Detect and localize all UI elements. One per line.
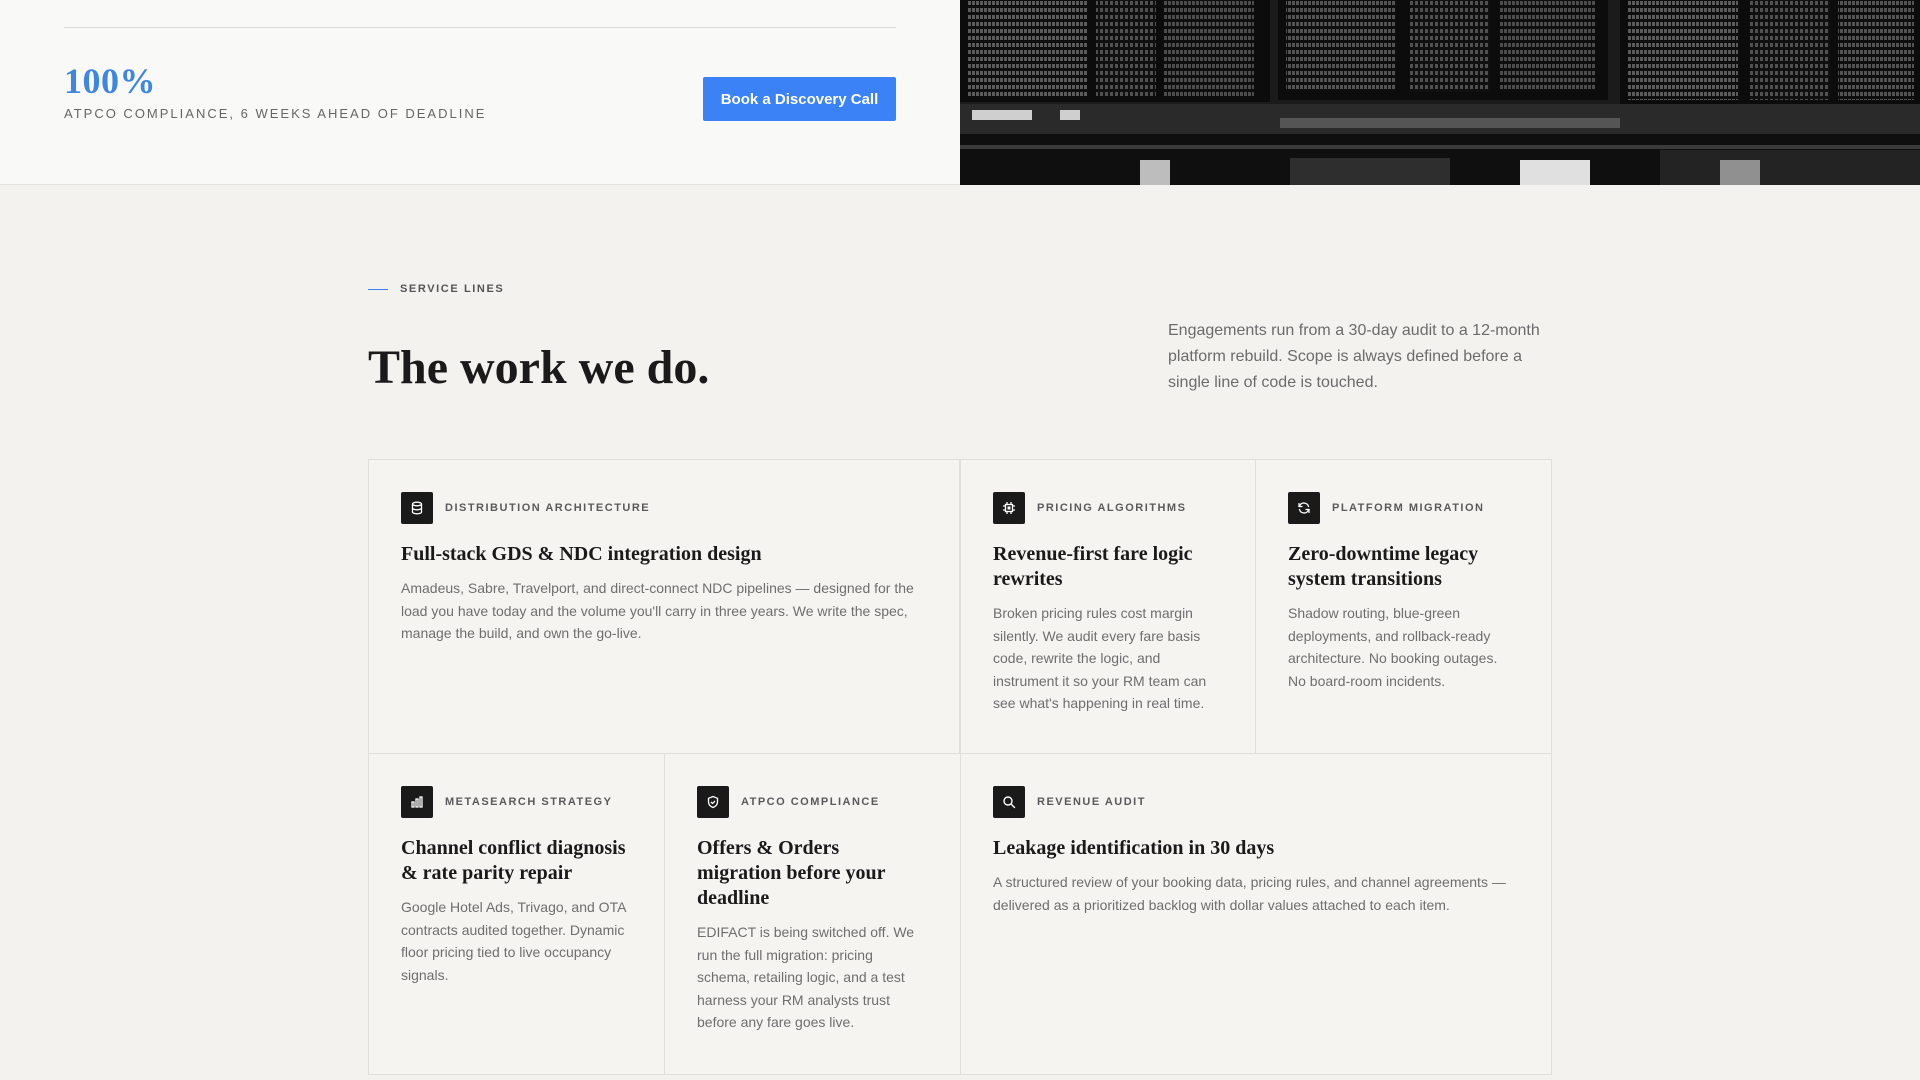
card-body: Google Hotel Ads, Trivago, and OTA contr… (401, 899, 626, 983)
card-kicker: METASEARCH STRATEGY (445, 796, 613, 808)
card-kicker: REVENUE AUDIT (1037, 796, 1146, 808)
card-title: Leakage identification in 30 days (993, 837, 1275, 859)
book-discovery-call-button[interactable]: Book a Discovery Call (703, 77, 896, 121)
service-card-revenue-audit: REVENUE AUDIT Leakage identification in … (960, 753, 1552, 1075)
stat-value: 100% (64, 61, 156, 101)
card-title: Channel conflict diagnosis & rate parity… (401, 837, 626, 884)
service-card-distribution: DISTRIBUTION ARCHITECTURE Full-stack GDS… (368, 459, 960, 754)
card-body: Shadow routing, blue-green deployments, … (1288, 605, 1498, 689)
search-icon (993, 786, 1025, 818)
card-kicker: ATPCO COMPLIANCE (741, 796, 880, 808)
section-eyebrow: SERVICE LINES (368, 283, 504, 295)
service-card-atpco: ATPCO COMPLIANCE Offers & Orders migrati… (664, 753, 961, 1075)
chip-icon (993, 492, 1025, 524)
card-body: EDIFACT is being switched off. We run th… (697, 924, 915, 1030)
card-body: Broken pricing rules cost margin silentl… (993, 605, 1207, 711)
card-title: Zero-downtime legacy system transitions (1288, 543, 1479, 590)
hero-strip: 100% ATPCO COMPLIANCE, 6 WEEKS AHEAD OF … (0, 0, 1920, 185)
database-icon (401, 492, 433, 524)
card-kicker: DISTRIBUTION ARCHITECTURE (445, 502, 651, 514)
service-card-metasearch: METASEARCH STRATEGY Channel conflict dia… (368, 753, 665, 1075)
card-title: Full-stack GDS & NDC integration design (401, 543, 762, 565)
eyebrow-label: SERVICE LINES (400, 283, 505, 295)
card-kicker: PRICING ALGORITHMS (1037, 502, 1187, 514)
shield-icon (697, 786, 729, 818)
departures-board-photo (960, 0, 1920, 185)
section-intro: Engagements run from a 30-day audit to a… (1168, 322, 1540, 391)
card-title: Offers & Orders migration before your de… (697, 837, 886, 909)
divider (64, 27, 896, 28)
card-kicker: PLATFORM MIGRATION (1332, 502, 1485, 514)
bar-chart-icon (401, 786, 433, 818)
hero-stat-panel: 100% ATPCO COMPLIANCE, 6 WEEKS AHEAD OF … (64, 0, 896, 185)
card-title: Revenue-first fare logic rewrites (993, 543, 1193, 590)
eyebrow-accent-line (368, 288, 388, 290)
section-title: The work we do. (368, 341, 710, 394)
card-body: Amadeus, Sabre, Travelport, and direct-c… (401, 580, 914, 641)
card-body: A structured review of your booking data… (993, 874, 1506, 913)
service-card-migration: PLATFORM MIGRATION Zero-downtime legacy … (1255, 459, 1552, 754)
refresh-icon (1288, 492, 1320, 524)
stat-label: ATPCO COMPLIANCE, 6 WEEKS AHEAD OF DEADL… (64, 106, 487, 121)
service-card-pricing: PRICING ALGORITHMS Revenue-first fare lo… (960, 459, 1256, 754)
